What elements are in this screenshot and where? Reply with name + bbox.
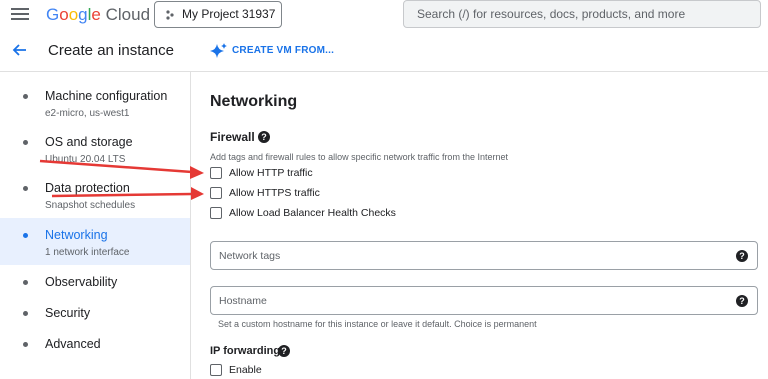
bullet-icon [23,280,28,285]
checkbox-icon[interactable] [210,187,222,199]
hostname-placeholder: Hostname [219,295,267,307]
page-header: Create an instance CREATE VM FROM... [0,30,768,72]
section-title: Networking [210,93,298,110]
network-tags-placeholder: Network tags [219,250,281,262]
create-vm-from-button[interactable]: CREATE VM FROM... [210,41,334,61]
bullet-icon [23,311,28,316]
checkbox-icon[interactable] [210,364,222,376]
help-icon[interactable]: ? [258,131,270,143]
nav-item-advanced[interactable]: Advanced [0,334,190,356]
bullet-icon [23,140,28,145]
nav-item-machine-configuration[interactable]: Machine configuration e2-micro, us-west1 [0,80,190,124]
checkbox-label: Allow HTTPS traffic [229,187,320,199]
nav-item-os-and-storage[interactable]: OS and storage Ubuntu 20.04 LTS [0,126,190,170]
bullet-icon [23,94,28,99]
back-arrow-icon[interactable] [11,42,27,58]
network-tags-input[interactable]: Network tags ? [210,241,758,270]
project-selector[interactable]: My Project 31937 [154,1,282,28]
firewall-title: Firewall [210,130,255,144]
google-cloud-logo[interactable]: Google Cloud [46,5,150,25]
nav-label: Data protection [45,181,130,195]
checkbox-label: Allow HTTP traffic [229,167,313,179]
nav-label: Advanced [45,337,101,351]
help-icon[interactable]: ? [736,295,748,307]
nav-label: Security [45,306,91,320]
nav-sub: Ubuntu 20.04 LTS [45,154,126,165]
bullet-icon [23,233,28,238]
page-title: Create an instance [48,42,174,59]
search-input[interactable]: Search (/) for resources, docs, products… [403,0,761,28]
bullet-icon [23,186,28,191]
nav-label: OS and storage [45,135,133,149]
checkbox-label: Enable [229,364,262,376]
checkbox-icon[interactable] [210,167,222,179]
create-vm-label: CREATE VM FROM... [232,45,335,56]
nav-item-observability[interactable]: Observability [0,272,190,294]
bullet-icon [23,342,28,347]
nav-item-data-protection[interactable]: Data protection Snapshot schedules [0,172,190,216]
nav-sub: Snapshot schedules [45,200,136,211]
nav-item-security[interactable]: Security [0,303,190,325]
checkbox-label: Allow Load Balancer Health Checks [229,207,396,219]
nav-label: Observability [45,275,118,289]
hostname-input[interactable]: Hostname ? [210,286,758,315]
checkbox-icon[interactable] [210,207,222,219]
help-icon[interactable]: ? [736,250,748,262]
ip-forwarding-title: IP forwarding [210,345,281,357]
firewall-description: Add tags and firewall rules to allow spe… [210,152,508,162]
top-bar: Google Cloud My Project 31937 Search (/)… [0,0,768,30]
nav-sub: 1 network interface [45,247,130,258]
main-panel: Networking Firewall ? Add tags and firew… [192,72,768,379]
left-nav: Machine configuration e2-micro, us-west1… [0,72,191,379]
hostname-hint: Set a custom hostname for this instance … [218,319,537,329]
nav-item-networking[interactable]: Networking 1 network interface [0,218,190,265]
sparkle-icon [210,43,227,58]
hamburger-menu-icon[interactable] [11,6,29,22]
project-icon [166,10,174,20]
nav-label: Networking [45,228,108,242]
nav-label: Machine configuration [45,89,168,103]
help-icon[interactable]: ? [278,345,290,357]
nav-sub: e2-micro, us-west1 [45,108,130,119]
project-name: My Project 31937 [182,7,276,21]
search-placeholder: Search (/) for resources, docs, products… [417,7,686,21]
